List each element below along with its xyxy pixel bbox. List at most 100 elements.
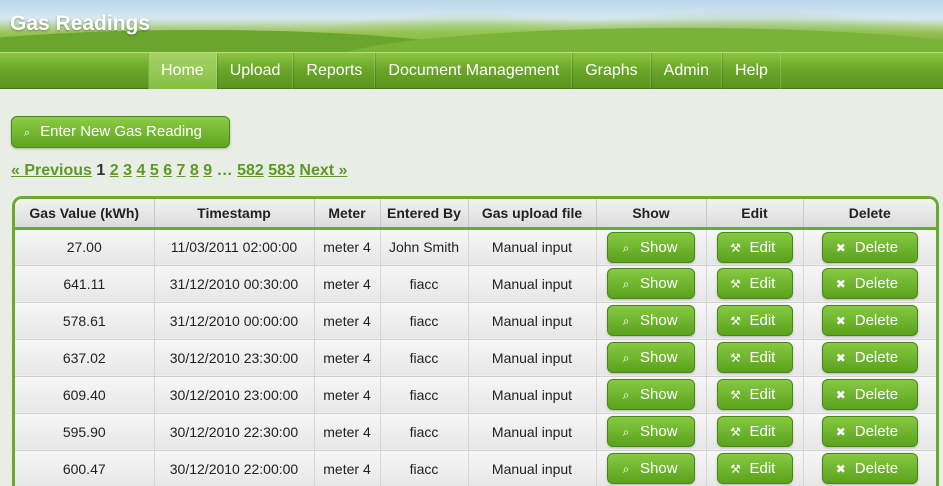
edit-button[interactable]: ⚒ Edit [716, 231, 793, 263]
pagination-next[interactable]: Next » [299, 162, 347, 179]
cell-delete: ✖ Delete [803, 228, 936, 266]
pagination-page[interactable]: 6 [163, 162, 172, 179]
delete-button[interactable]: ✖ Delete [821, 231, 918, 263]
cell-meter: meter 4 [314, 339, 381, 377]
cell-entered-by: John Smith [380, 228, 469, 266]
show-button-label: Show [640, 423, 678, 440]
cell-timestamp: 31/12/2010 00:30:00 [154, 265, 315, 303]
cell-upload-file: Manual input [468, 228, 597, 266]
cell-show: ⌕ Show [596, 302, 707, 340]
delete-button[interactable]: ✖ Delete [821, 379, 918, 410]
delete-button-label: Delete [854, 386, 899, 403]
delete-button-label: Delete [854, 275, 899, 292]
show-button-label: Show [640, 238, 678, 256]
column-header[interactable]: Meter [314, 199, 381, 230]
pagination-ellipsis: … [216, 162, 233, 179]
pagination-page[interactable]: 583 [268, 162, 295, 179]
cell-timestamp: 30/12/2010 22:30:00 [154, 413, 315, 451]
cell-edit: ⚒ Edit [706, 302, 804, 340]
readings-table: Gas Value (kWh) Timestamp Meter Entered … [15, 199, 936, 486]
cell-upload-file: Manual input [468, 450, 597, 486]
edit-button[interactable]: ⚒ Edit [716, 305, 793, 336]
nav-home[interactable]: Home [148, 53, 217, 89]
app-title: Gas Readings [10, 12, 151, 35]
readings-table-panel: Gas Value (kWh) Timestamp Meter Entered … [12, 196, 939, 486]
edit-button[interactable]: ⚒ Edit [716, 268, 793, 299]
edit-button-label: Edit [749, 275, 776, 292]
edit-button[interactable]: ⚒ Edit [716, 342, 793, 373]
cell-edit: ⚒ Edit [706, 228, 804, 266]
cell-delete: ✖ Delete [803, 413, 936, 451]
delete-button[interactable]: ✖ Delete [821, 268, 918, 299]
table-row: 578.61 31/12/2010 00:00:00 meter 4 fiacc Man… [15, 302, 936, 340]
show-button[interactable]: ⌕ Show [607, 379, 695, 410]
nav-upload[interactable]: Upload [216, 53, 294, 89]
edit-button[interactable]: ⚒ Edit [716, 453, 793, 484]
column-header[interactable]: Gas Value (kWh) [15, 199, 155, 230]
edit-button-label: Edit [749, 312, 776, 329]
pagination-page[interactable]: 582 [237, 162, 264, 179]
pagination-previous[interactable]: « Previous [11, 162, 92, 179]
cell-edit: ⚒ Edit [706, 376, 804, 414]
delete-button[interactable]: ✖ Delete [821, 342, 918, 373]
cell-entered-by: fiacc [380, 413, 469, 451]
pagination-page[interactable]: 9 [203, 162, 212, 179]
show-button[interactable]: ⌕ Show [607, 268, 695, 299]
cell-meter: meter 4 [314, 376, 381, 414]
cell-entered-by: fiacc [380, 302, 469, 340]
cell-upload-file: Manual input [468, 302, 597, 340]
edit-button[interactable]: ⚒ Edit [716, 379, 793, 410]
show-button-label: Show [640, 349, 678, 366]
cell-delete: ✖ Delete [803, 376, 936, 414]
show-button[interactable]: ⌕ Show [607, 416, 695, 447]
nav-reports[interactable]: Reports [293, 53, 376, 89]
nav-help[interactable]: Help [722, 53, 781, 89]
cell-value: 578.61 [15, 302, 155, 340]
pagination-page[interactable]: 2 [110, 162, 119, 179]
pagination: « Previous 1 2 3 4 5 6 7 8 9 … 582 583 N… [11, 162, 347, 180]
wrench-icon: ⚒ [730, 351, 741, 365]
cell-timestamp: 31/12/2010 00:00:00 [154, 302, 315, 340]
delete-button[interactable]: ✖ Delete [821, 305, 918, 336]
column-header[interactable]: Entered By [380, 199, 469, 230]
column-header: Edit [706, 199, 804, 230]
delete-button[interactable]: ✖ Delete [821, 416, 918, 447]
pagination-page[interactable]: 8 [190, 162, 199, 179]
edit-button-label: Edit [749, 460, 776, 477]
table-header-row: Gas Value (kWh) Timestamp Meter Entered … [15, 199, 936, 230]
cell-upload-file: Manual input [468, 339, 597, 377]
pagination-page[interactable]: 5 [150, 162, 159, 179]
delete-button[interactable]: ✖ Delete [821, 453, 918, 484]
cell-show: ⌕ Show [596, 413, 707, 451]
cell-edit: ⚒ Edit [706, 265, 804, 303]
pagination-page[interactable]: 4 [136, 162, 145, 179]
cell-delete: ✖ Delete [803, 339, 936, 377]
cell-upload-file: Manual input [468, 376, 597, 414]
column-header[interactable]: Timestamp [154, 199, 315, 230]
nav-document-management[interactable]: Document Management [375, 53, 573, 89]
close-icon: ✖ [835, 240, 846, 255]
show-button[interactable]: ⌕ Show [607, 305, 695, 336]
nav-admin[interactable]: Admin [650, 53, 723, 89]
cell-meter: meter 4 [314, 265, 381, 303]
header-banner: Gas Readings [0, 0, 943, 52]
cell-value: 600.47 [15, 450, 155, 486]
nav-graphs[interactable]: Graphs [572, 53, 651, 89]
table-row: 600.47 30/12/2010 22:00:00 meter 4 fiacc Man… [15, 450, 936, 486]
wrench-icon: ⚒ [730, 462, 741, 476]
wrench-icon: ⚒ [730, 277, 741, 291]
cell-show: ⌕ Show [596, 339, 707, 377]
edit-button[interactable]: ⚒ Edit [716, 416, 793, 447]
new-gas-reading-button[interactable]: ⌕ Enter New Gas Reading [11, 116, 230, 148]
show-button[interactable]: ⌕ Show [607, 453, 695, 484]
edit-button-label: Edit [749, 238, 776, 256]
show-button[interactable]: ⌕ Show [607, 231, 695, 263]
wrench-icon: ⚒ [730, 425, 741, 439]
cell-value: 27.00 [15, 228, 155, 266]
show-button[interactable]: ⌕ Show [607, 342, 695, 373]
cell-entered-by: fiacc [380, 339, 469, 377]
column-header[interactable]: Gas upload file [468, 199, 597, 230]
pagination-page[interactable]: 7 [177, 162, 186, 179]
pagination-page[interactable]: 3 [123, 162, 132, 179]
search-icon: ⌕ [622, 277, 630, 291]
